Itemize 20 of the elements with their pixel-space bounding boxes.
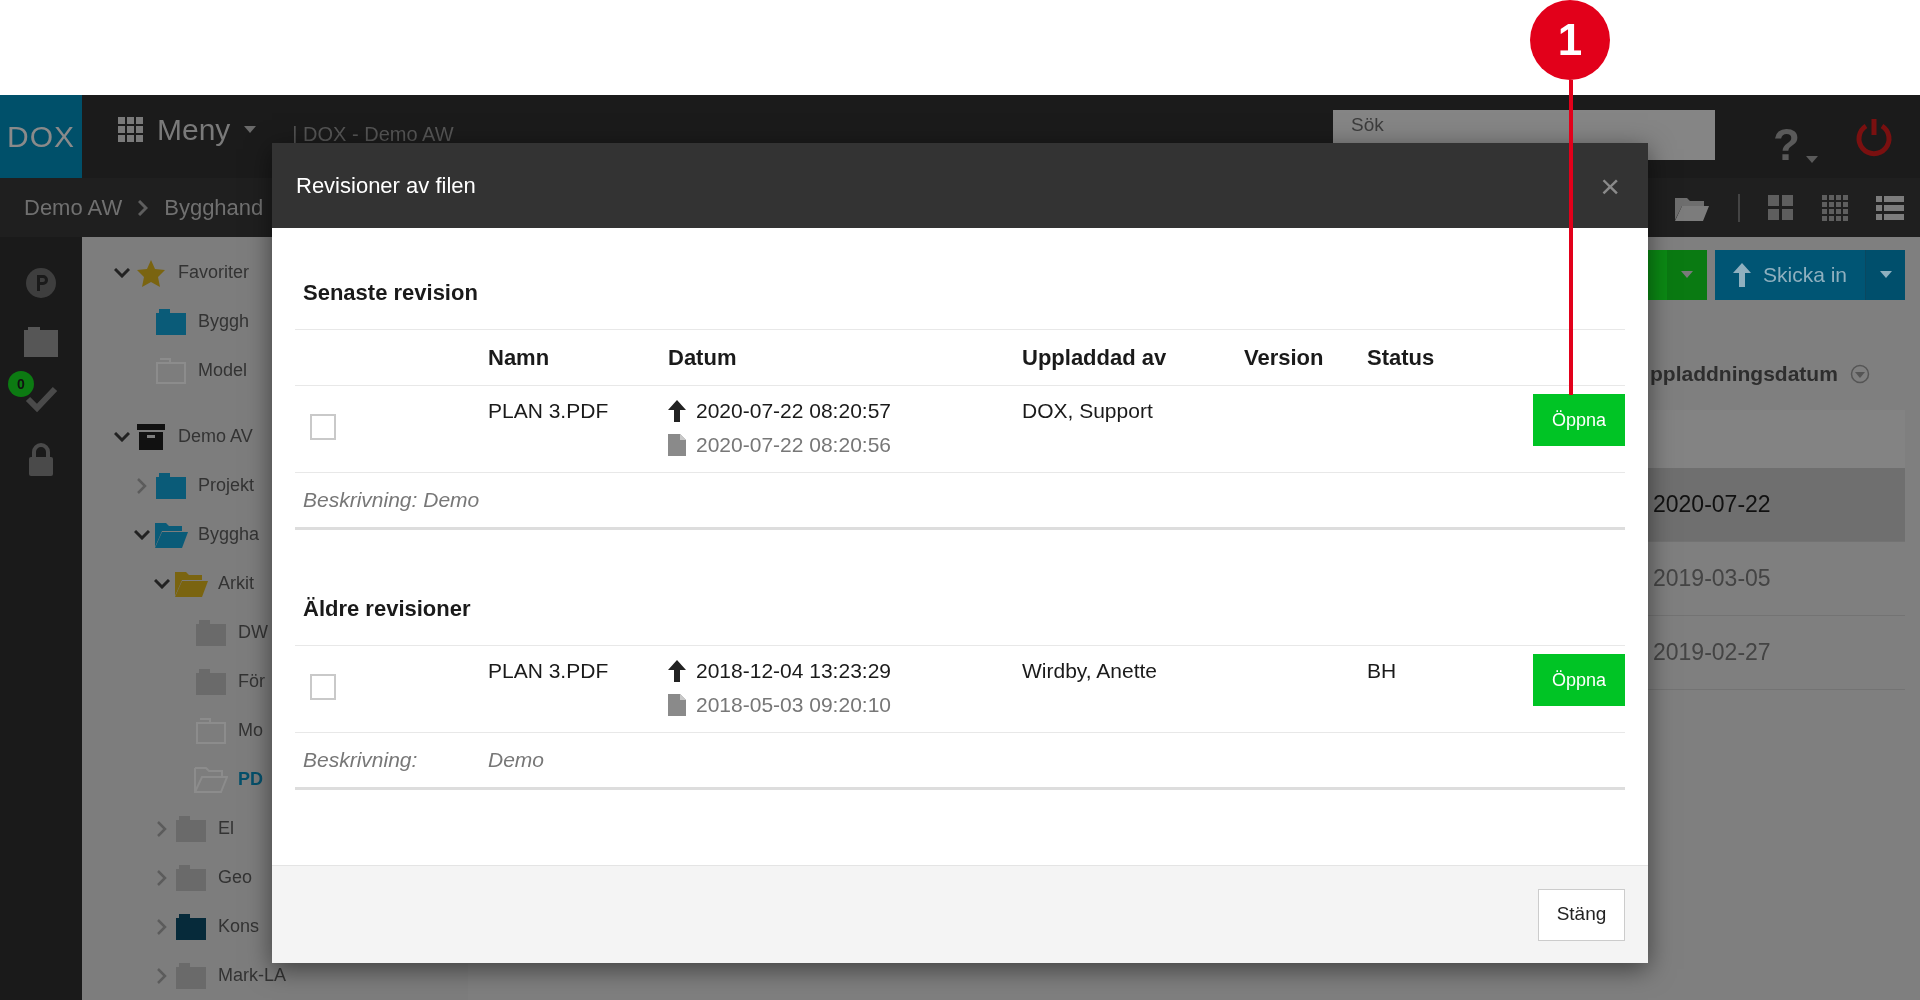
file-name: PLAN 3.PDF <box>488 658 609 685</box>
file-date: 2020-07-22 08:20:56 <box>696 432 891 459</box>
upload-date: 2018-12-04 13:23:29 <box>696 658 891 685</box>
uploader-name: DOX, Support <box>1022 398 1153 425</box>
file-name: PLAN 3.PDF <box>488 398 609 425</box>
column-header: Datum <box>668 344 738 372</box>
upload-date: 2020-07-22 08:20:57 <box>696 398 891 425</box>
status-text: BH <box>1367 658 1397 685</box>
count-badge: 0 <box>8 371 34 397</box>
description-text: Demo <box>488 747 545 774</box>
description-text: Beskrivning: Demo <box>303 487 480 514</box>
file-date: 2018-05-03 09:20:10 <box>696 692 891 719</box>
description-label: Beskrivning: <box>303 747 419 774</box>
uploader-name: Wirdby, Anette <box>1022 658 1157 685</box>
column-header: Namn <box>488 344 551 372</box>
column-header: Status <box>1367 344 1436 372</box>
column-header: Uppladdad av <box>1022 344 1168 372</box>
dialog-title: Revisioner av filen <box>296 172 476 200</box>
section-heading: Äldre revisioner <box>295 530 1625 646</box>
column-header: Version <box>1244 344 1325 372</box>
